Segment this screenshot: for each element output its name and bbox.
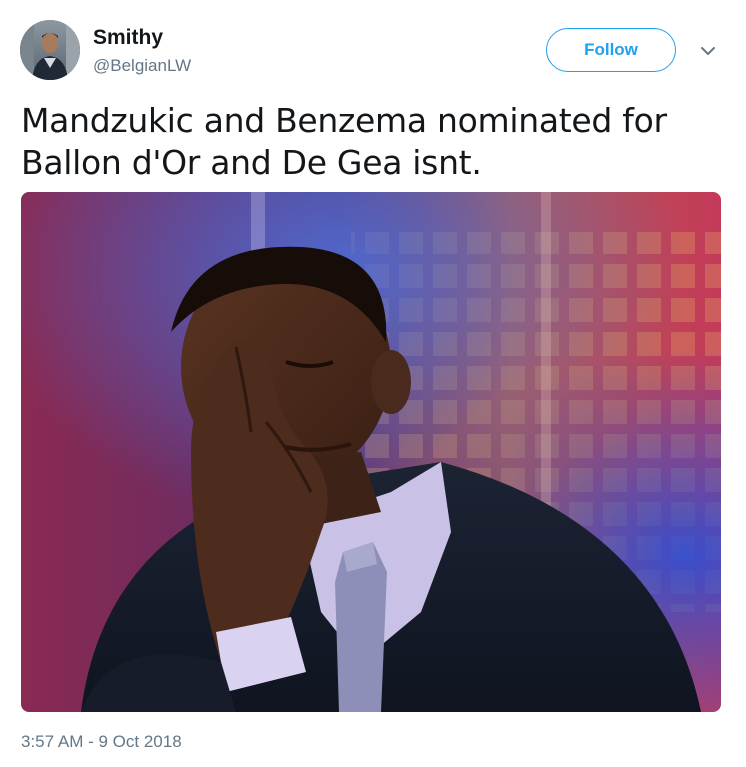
tweet-text: Mandzukic and Benzema nominated for Ball… xyxy=(21,101,667,182)
user-handle[interactable]: @BelgianLW xyxy=(93,56,191,76)
display-name[interactable]: Smithy xyxy=(93,25,163,51)
follow-button[interactable]: Follow xyxy=(546,28,676,72)
avatar[interactable] xyxy=(20,20,80,80)
avatar-image xyxy=(20,20,80,80)
chevron-down-icon[interactable] xyxy=(697,40,719,62)
tweet-card: Smithy @BelgianLW Follow Mandzukic and B… xyxy=(0,0,746,767)
tweet-photo[interactable] xyxy=(21,192,721,712)
tweet-timestamp[interactable]: 3:57 AM - 9 Oct 2018 xyxy=(21,731,182,753)
